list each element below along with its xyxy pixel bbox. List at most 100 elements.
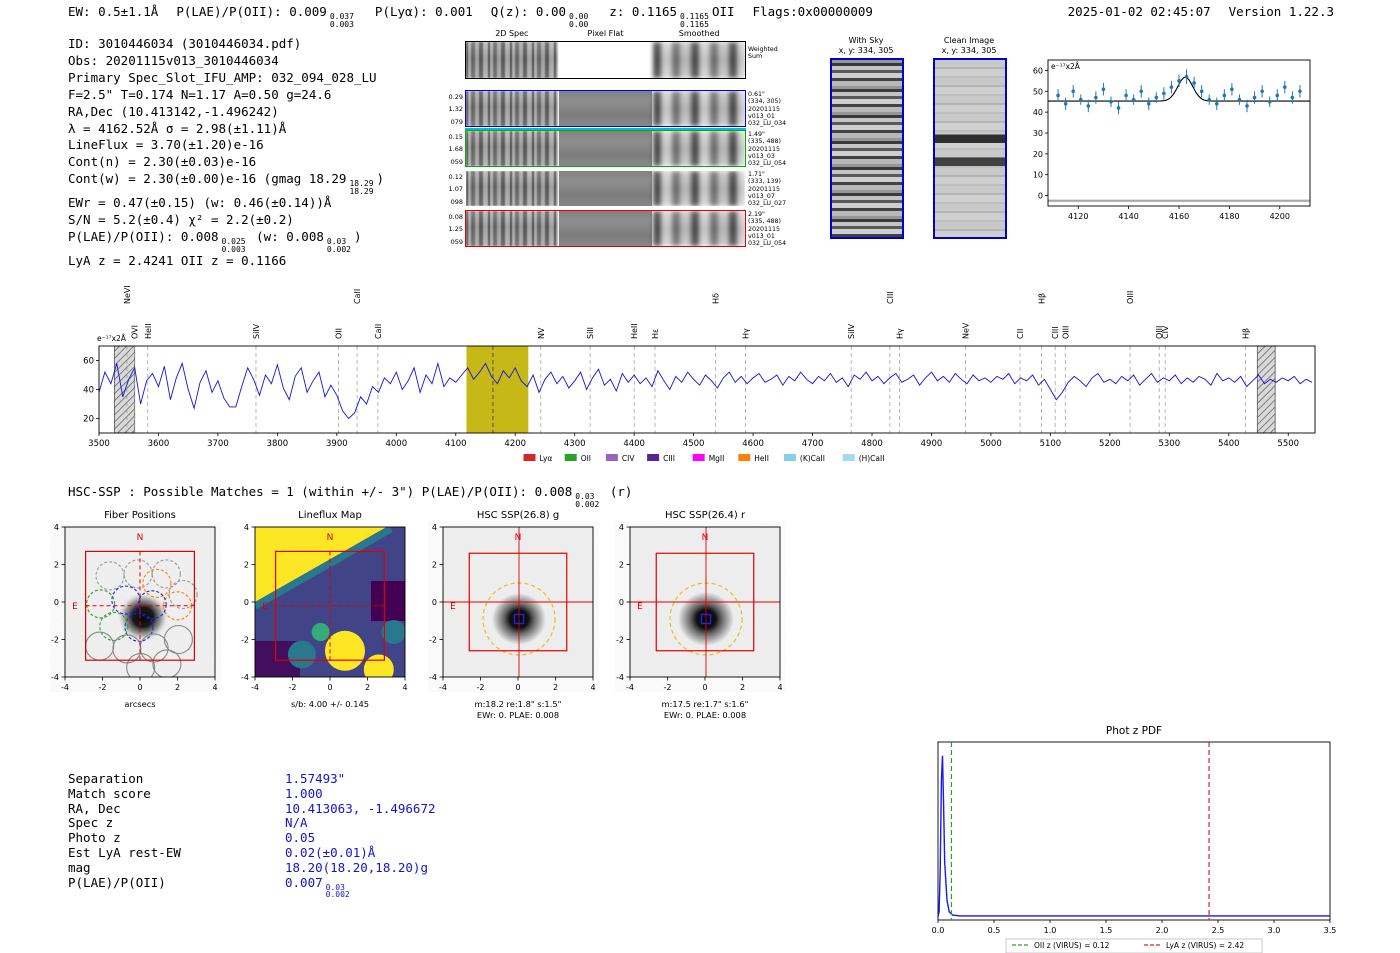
table-row: Photo z 0.05: [68, 830, 316, 846]
weighted-sum-label: Weighted Sum: [748, 46, 778, 61]
lineflux-map-panel: Lineflux Map N E -4 -4 -2 -2 0 0 2 2 4 4 s/b:: [221, 510, 411, 710]
svg-text:HeII: HeII: [630, 323, 639, 339]
svg-text:0: 0: [327, 683, 332, 692]
spec2d-column-headers: 2D Spec Pixel Flat Smoothed: [465, 29, 746, 38]
svg-text:Lyα: Lyα: [540, 454, 553, 463]
table-row: Est LyA rest-EW 0.02(±0.01)Å: [68, 844, 376, 860]
svg-text:2.0: 2.0: [1156, 926, 1169, 935]
svg-text:SiIV: SiIV: [847, 323, 856, 339]
svg-text:4: 4: [432, 523, 437, 532]
weighted-2d-strip: [466, 42, 559, 78]
svg-text:OIII: OIII: [1061, 326, 1070, 339]
plae-uncertainty: 0.037 0.003: [329, 12, 354, 29]
svg-text:2: 2: [365, 683, 370, 692]
svg-text:3.0: 3.0: [1268, 926, 1281, 935]
svg-text:e⁻¹⁷x2Å: e⁻¹⁷x2Å: [1051, 62, 1081, 71]
svg-text:5000: 5000: [980, 439, 1002, 449]
svg-text:2: 2: [54, 560, 59, 569]
redshift-solutions: LyA z = 2.4241 OII z = 0.1166: [68, 253, 287, 269]
fiber-positions-panel: Fiber Positions N E -4 -4 -2 -2 0 0 2 2 …: [31, 510, 221, 710]
hsc-r-panel: HSC SSP(26.4) r N E -4 -4 -2 -2 0 0 2 2 4 4 m:17.…: [596, 510, 786, 721]
svg-text:5300: 5300: [1158, 439, 1180, 449]
svg-text:4600: 4600: [742, 439, 764, 449]
svg-text:-4: -4: [626, 683, 634, 692]
withsky-xy: x, y: 334, 305: [838, 46, 894, 55]
header-meta: 2025-01-02 02:45:07 Version 1.22.3: [1068, 4, 1334, 19]
svg-text:0: 0: [619, 598, 624, 607]
fiber-row-1: [465, 90, 746, 127]
svg-text:CIII: CIII: [1051, 326, 1060, 339]
svg-text:10: 10: [1033, 171, 1043, 180]
clean-image: [933, 58, 1007, 239]
header-plae: P(LAE)/P(OII): 0.009 0.037 0.003: [176, 4, 354, 29]
svg-text:-2: -2: [289, 683, 297, 692]
svg-text:CIV: CIV: [622, 454, 635, 463]
svg-text:CII: CII: [1016, 329, 1025, 339]
svg-text:2: 2: [740, 683, 745, 692]
svg-text:-4: -4: [51, 673, 59, 682]
fiber-row-2-weights: 0.15 1.68 059: [448, 133, 463, 166]
svg-text:-4: -4: [241, 673, 249, 682]
svg-text:-4: -4: [61, 683, 69, 692]
svg-text:HeII: HeII: [144, 323, 153, 339]
svg-text:OII: OII: [581, 454, 591, 463]
svg-text:-2: -2: [429, 635, 437, 644]
hsc-match-summary: HSC-SSP : Possible Matches = 1 (within +…: [68, 484, 633, 509]
svg-text:4900: 4900: [921, 439, 943, 449]
sb-ratio-caption: s/b: 4.00 +/- 0.145: [290, 699, 370, 709]
fiber-row-3: [465, 170, 746, 207]
svg-text:0: 0: [702, 683, 707, 692]
svg-text:0: 0: [515, 683, 520, 692]
svg-text:4300: 4300: [564, 439, 586, 449]
svg-text:2.5: 2.5: [1212, 926, 1225, 935]
svg-text:3700: 3700: [207, 439, 229, 449]
fiber-row-3-meta: 1.71" (333, 139) 20201115 v013_07 032_LU_027: [748, 171, 787, 208]
svg-text:4800: 4800: [861, 439, 883, 449]
svg-text:(K)CaII: (K)CaII: [800, 454, 825, 463]
svg-text:0: 0: [432, 598, 437, 607]
svg-text:4: 4: [212, 683, 217, 692]
svg-text:2: 2: [619, 560, 624, 569]
fiber-positions-plot: N E -4-4 -2 -2 0 0 2 2 4 4: [51, 523, 218, 692]
wavelength-sigma: λ = 4162.52Å σ = 2.98(±1.11)Å: [68, 120, 287, 136]
svg-text:OII z (VIRUS) = 0.12: OII z (VIRUS) = 0.12: [1034, 941, 1110, 950]
fiber-row-4: [465, 210, 746, 247]
svg-text:4: 4: [777, 683, 782, 692]
svg-text:0.0: 0.0: [932, 926, 945, 935]
header-z-type: OII: [711, 4, 735, 19]
plae-poii-line: P(LAE)/P(OII): 0.008 0.025 0.003 (w: 0.008…: [68, 229, 362, 254]
continuum-n: Cont(n) = 2.30(±0.03)e-16: [68, 154, 257, 170]
svg-text:Hγ: Hγ: [741, 328, 750, 339]
svg-text:4500: 4500: [683, 439, 705, 449]
svg-text:3500: 3500: [88, 439, 110, 449]
svg-text:4100: 4100: [445, 439, 467, 449]
svg-text:40: 40: [83, 386, 94, 396]
svg-text:-2: -2: [241, 635, 249, 644]
svg-text:40: 40: [1033, 108, 1043, 117]
svg-text:30: 30: [1033, 129, 1043, 138]
svg-text:4: 4: [244, 523, 249, 532]
full-spectrum-chart: NeVI OVI HeII SiIV OII CaII CaII NV SiII HeII Hε Hδ…: [83, 285, 1316, 463]
north-marker: N: [702, 533, 709, 543]
north-marker: N: [327, 533, 334, 543]
table-row: Separation 1.57493": [68, 771, 346, 786]
svg-text:SiII: SiII: [586, 327, 595, 339]
hsc-g-plot: N E -4-4 -2 -2 0 0 2 2 4 4: [429, 523, 596, 692]
svg-text:0: 0: [1038, 192, 1043, 201]
svg-text:Hδ: Hδ: [712, 293, 721, 304]
weighted-smoothed-strip: [652, 42, 745, 78]
svg-text:0: 0: [137, 683, 142, 692]
header-ew: EW: 0.5±1.1Å: [68, 4, 159, 19]
fiber-row-1-meta: 0.61" (334, 305) 20201115 v013_01 032_LU_034: [748, 91, 787, 128]
svg-text:4400: 4400: [623, 439, 645, 449]
svg-text:e⁻¹⁷x2Å: e⁻¹⁷x2Å: [97, 334, 127, 343]
svg-text:CaII: CaII: [353, 289, 362, 304]
equivalent-width: EWr = 0.47(±0.15) (w: 0.46(±0.14))Å: [68, 195, 332, 211]
weighted-flat-strip: [559, 42, 652, 78]
svg-text:Phot z PDF: Phot z PDF: [1106, 725, 1162, 737]
svg-text:-4: -4: [616, 673, 624, 682]
svg-text:-4: -4: [439, 683, 447, 692]
fiber-row-4-weights: 0.08 1.25 059: [448, 213, 463, 246]
svg-text:3900: 3900: [326, 439, 348, 449]
svg-text:HeII: HeII: [754, 454, 769, 463]
